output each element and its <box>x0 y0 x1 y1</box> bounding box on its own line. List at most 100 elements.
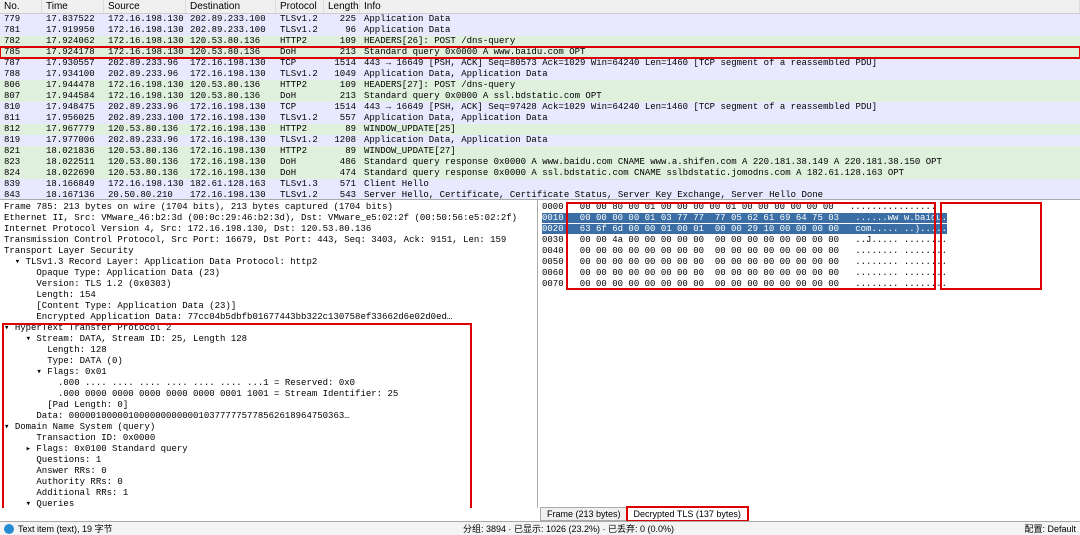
tree-version[interactable]: Version: TLS 1.2 (0x0303) <box>4 279 533 290</box>
tree-queries[interactable]: ▾ Queries <box>4 499 533 508</box>
tree-tls[interactable]: Transport Layer Security <box>4 246 533 257</box>
status-text-mid: 分组: 3894 · 已显示: 1026 (23.2%) · 已丢弃: 0 (0… <box>463 522 674 535</box>
tree-dns[interactable]: ▾ Domain Name System (query) <box>4 422 533 433</box>
tree-length[interactable]: Length: 154 <box>4 290 533 301</box>
tree-questions[interactable]: Questions: 1 <box>4 455 533 466</box>
col-header-protocol[interactable]: Protocol <box>276 0 324 13</box>
tree-eth[interactable]: Ethernet II, Src: VMware_46:b2:3d (00:0c… <box>4 213 533 224</box>
gear-icon[interactable] <box>4 524 14 534</box>
packet-row[interactable]: 82118.021836120.53.80.136172.16.198.130H… <box>0 146 1080 157</box>
col-header-length[interactable]: Length <box>324 0 360 13</box>
hex-dump-pane[interactable]: 0000 00 00 80 00 01 00 00 00 00 01 00 00… <box>538 200 1080 508</box>
tree-ip[interactable]: Internet Protocol Version 4, Src: 172.16… <box>4 224 533 235</box>
tree-content-type[interactable]: [Content Type: Application Data (23)] <box>4 301 533 312</box>
packet-row[interactable]: 78217.924062172.16.198.130120.53.80.136H… <box>0 36 1080 47</box>
packet-cell-proto: DoH <box>276 91 324 102</box>
packet-cell-time: 17.944584 <box>42 91 104 102</box>
tree-answer-rrs[interactable]: Answer RRs: 0 <box>4 466 533 477</box>
hex-tabs: Frame (213 bytes) Decrypted TLS (137 byt… <box>540 507 747 521</box>
hex-highlight: 0010 00 00 00 00 01 03 77 77 77 05 62 61… <box>542 213 947 223</box>
packet-details-pane[interactable]: Frame 785: 213 bytes on wire (1704 bits)… <box>0 200 538 508</box>
packet-row[interactable]: 78817.934100202.89.233.96172.16.198.130T… <box>0 69 1080 80</box>
packet-cell-src: 172.16.198.130 <box>104 80 186 91</box>
packet-cell-src: 172.16.198.130 <box>104 91 186 102</box>
packet-cell-dst: 172.16.198.130 <box>186 124 276 135</box>
packet-cell-proto: TLSv1.2 <box>276 14 324 25</box>
tab-frame[interactable]: Frame (213 bytes) <box>540 507 628 521</box>
packet-cell-info: WINDOW_UPDATE[25] <box>360 124 1080 135</box>
packet-cell-proto: TCP <box>276 58 324 69</box>
packet-cell-time: 17.944478 <box>42 80 104 91</box>
packet-row[interactable]: 81217.967779120.53.80.136172.16.198.130H… <box>0 124 1080 135</box>
packet-list[interactable]: No. Time Source Destination Protocol Len… <box>0 0 1080 200</box>
hex-row[interactable]: 0010 00 00 00 00 01 03 77 77 77 05 62 61… <box>542 213 1076 224</box>
packet-row[interactable]: 80617.944478172.16.198.130120.53.80.136H… <box>0 80 1080 91</box>
packet-row[interactable]: 81017.948475202.89.233.96172.16.198.130T… <box>0 102 1080 113</box>
hex-row[interactable]: 0030 00 00 4a 00 00 00 00 00 00 00 00 00… <box>542 235 1076 246</box>
tree-frame[interactable]: Frame 785: 213 bytes on wire (1704 bits)… <box>4 202 533 213</box>
packet-row[interactable]: 81917.977006202.89.233.96172.16.198.130T… <box>0 135 1080 146</box>
packet-row[interactable]: 83918.166849172.16.198.130182.61.128.163… <box>0 179 1080 190</box>
tree-data[interactable]: Data: 0000010000010000000000001037777757… <box>4 411 533 422</box>
packet-cell-src: 202.89.233.96 <box>104 135 186 146</box>
col-header-no[interactable]: No. <box>0 0 42 13</box>
packet-cell-info: HEADERS[26]: POST /dns-query <box>360 36 1080 47</box>
packet-cell-len: 109 <box>324 80 360 91</box>
hex-row[interactable]: 0060 00 00 00 00 00 00 00 00 00 00 00 00… <box>542 268 1076 279</box>
packet-cell-dst: 120.53.80.136 <box>186 91 276 102</box>
packet-cell-no: 811 <box>0 113 42 124</box>
tree-http2[interactable]: ▾ HyperText Transfer Protocol 2 <box>4 323 533 334</box>
packet-cell-no: 821 <box>0 146 42 157</box>
tree-opaque-type[interactable]: Opaque Type: Application Data (23) <box>4 268 533 279</box>
tree-flags-reserved[interactable]: .000 .... .... .... .... .... .... ...1 … <box>4 378 533 389</box>
hex-row[interactable]: 0020 63 6f 6d 00 00 01 00 01 00 00 29 10… <box>542 224 1076 235</box>
packet-cell-src: 120.53.80.136 <box>104 146 186 157</box>
packet-cell-src: 120.53.80.136 <box>104 157 186 168</box>
packet-cell-no: 812 <box>0 124 42 135</box>
tab-decrypted-tls[interactable]: Decrypted TLS (137 bytes) <box>627 507 748 521</box>
tree-enc-data[interactable]: Encrypted Application Data: 77cc04b5dbfb… <box>4 312 533 323</box>
col-header-destination[interactable]: Destination <box>186 0 276 13</box>
packet-cell-dst: 172.16.198.130 <box>186 102 276 113</box>
hex-row[interactable]: 0040 00 00 00 00 00 00 00 00 00 00 00 00… <box>542 246 1076 257</box>
packet-cell-dst: 172.16.198.130 <box>186 69 276 80</box>
packet-row[interactable]: 78117.919950172.16.198.130202.89.233.100… <box>0 25 1080 36</box>
packet-row[interactable]: 84318.16713620.50.80.210172.16.198.130TL… <box>0 190 1080 200</box>
col-header-source[interactable]: Source <box>104 0 186 13</box>
packet-row[interactable]: 78517.924178172.16.198.130120.53.80.136D… <box>0 47 1080 58</box>
tree-pad-len[interactable]: [Pad Length: 0] <box>4 400 533 411</box>
tree-stream-len[interactable]: Length: 128 <box>4 345 533 356</box>
tree-stream-id[interactable]: .000 0000 0000 0000 0000 0000 0001 1001 … <box>4 389 533 400</box>
packet-cell-src: 20.50.80.210 <box>104 190 186 200</box>
col-header-info[interactable]: Info <box>360 0 1080 13</box>
tree-add-rrs[interactable]: Additional RRs: 1 <box>4 488 533 499</box>
packet-cell-time: 17.919950 <box>42 25 104 36</box>
packet-row[interactable]: 77917.837522172.16.198.130202.89.233.100… <box>0 14 1080 25</box>
hex-row[interactable]: 0050 00 00 00 00 00 00 00 00 00 00 00 00… <box>542 257 1076 268</box>
tree-stream[interactable]: ▾ Stream: DATA, Stream ID: 25, Length 12… <box>4 334 533 345</box>
tree-auth-rrs[interactable]: Authority RRs: 0 <box>4 477 533 488</box>
packet-cell-info: HEADERS[27]: POST /dns-query <box>360 80 1080 91</box>
tree-trans-id[interactable]: Transaction ID: 0x0000 <box>4 433 533 444</box>
hex-row[interactable]: 0000 00 00 80 00 01 00 00 00 00 01 00 00… <box>542 202 1076 213</box>
packet-cell-src: 202.89.233.96 <box>104 102 186 113</box>
tree-stream-type[interactable]: Type: DATA (0) <box>4 356 533 367</box>
col-header-time[interactable]: Time <box>42 0 104 13</box>
packet-cell-info: Server Hello, Certificate, Certificate S… <box>360 190 1080 200</box>
tree-dns-flags[interactable]: ▸ Flags: 0x0100 Standard query <box>4 444 533 455</box>
packet-row[interactable]: 80717.944584172.16.198.130120.53.80.136D… <box>0 91 1080 102</box>
packet-cell-no: 810 <box>0 102 42 113</box>
packet-cell-proto: TLSv1.2 <box>276 190 324 200</box>
packet-cell-dst: 182.61.128.163 <box>186 179 276 190</box>
tree-tls-record[interactable]: ▾ TLSv1.3 Record Layer: Application Data… <box>4 257 533 268</box>
packet-cell-src: 172.16.198.130 <box>104 25 186 36</box>
packet-row[interactable]: 81117.956025202.89.233.100172.16.198.130… <box>0 113 1080 124</box>
tree-tcp[interactable]: Transmission Control Protocol, Src Port:… <box>4 235 533 246</box>
packet-cell-len: 213 <box>324 47 360 58</box>
tree-flags[interactable]: ▾ Flags: 0x01 <box>4 367 533 378</box>
hex-row[interactable]: 0070 00 00 00 00 00 00 00 00 00 00 00 00… <box>542 279 1076 290</box>
packet-row[interactable]: 82418.022690120.53.80.136172.16.198.130D… <box>0 168 1080 179</box>
packet-row[interactable]: 82318.022511120.53.80.136172.16.198.130D… <box>0 157 1080 168</box>
packet-row[interactable]: 78717.930557202.89.233.96172.16.198.130T… <box>0 58 1080 69</box>
packet-cell-time: 17.837522 <box>42 14 104 25</box>
